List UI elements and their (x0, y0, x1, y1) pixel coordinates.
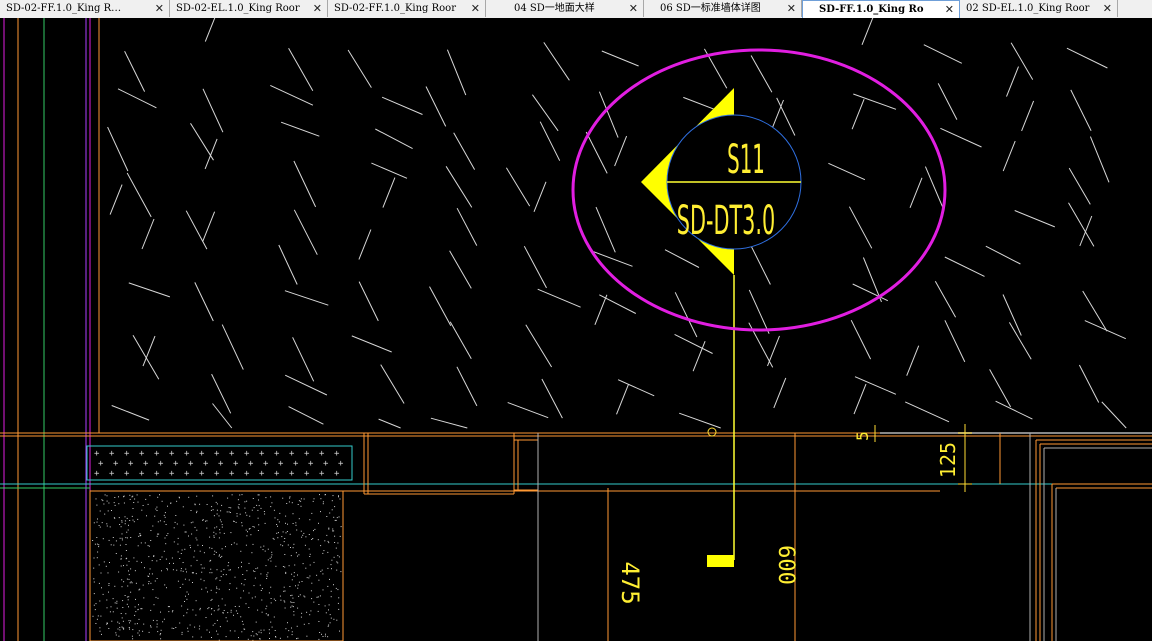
dimension-475: 475 (616, 561, 644, 604)
svg-text:+: + (139, 449, 145, 459)
svg-text:+: + (184, 449, 190, 459)
tab-label: 06 SD一标准墙体详图 (660, 3, 761, 14)
close-icon[interactable]: ✕ (155, 0, 164, 17)
svg-text:+: + (124, 469, 130, 479)
svg-text:+: + (229, 449, 235, 459)
dimension-600: 600 (773, 545, 798, 585)
svg-text:+: + (184, 469, 190, 479)
tab-ground-detail[interactable]: 04 SD一地面大样 ✕ (486, 0, 644, 17)
dimension-125-label: 125 (936, 442, 960, 478)
svg-text:+: + (338, 459, 344, 469)
svg-text:+: + (128, 459, 134, 469)
svg-text:+: + (143, 459, 149, 469)
svg-text:+: + (244, 469, 250, 479)
svg-text:+: + (199, 449, 205, 459)
svg-text:+: + (214, 449, 220, 459)
svg-text:+: + (109, 469, 115, 479)
svg-text:+: + (319, 449, 325, 459)
svg-text:+: + (154, 469, 160, 479)
svg-text:+: + (229, 469, 235, 479)
svg-text:+: + (113, 459, 119, 469)
dimension-600-label: 600 (773, 545, 798, 585)
svg-text:+: + (244, 449, 250, 459)
svg-text:+: + (233, 459, 239, 469)
svg-text:+: + (139, 469, 145, 479)
tab-wall-detail[interactable]: 06 SD一标准墙体详图 ✕ (644, 0, 802, 17)
svg-text:+: + (188, 459, 194, 469)
tab-label: SD-FF.1.0_King Ro (819, 4, 924, 15)
tab-sd-02-ff-2[interactable]: SD-02-FF.1.0_King Roor ✕ (328, 0, 486, 17)
svg-text:+: + (214, 469, 220, 479)
tab-label: 02 SD-EL.1.0_King Roor (966, 3, 1090, 14)
close-icon[interactable]: ✕ (313, 0, 322, 17)
tab-label: SD-02-EL.1.0_King Roor (176, 3, 300, 14)
svg-text:+: + (274, 449, 280, 459)
svg-text:+: + (304, 469, 310, 479)
close-icon[interactable]: ✕ (1103, 0, 1112, 17)
svg-text:+: + (263, 459, 269, 469)
svg-text:+: + (94, 449, 100, 459)
tab-sd-02-el-1[interactable]: SD-02-EL.1.0_King Roor ✕ (170, 0, 328, 17)
close-icon[interactable]: ✕ (945, 1, 954, 18)
dimension-475-label: 475 (616, 561, 644, 604)
close-icon[interactable]: ✕ (471, 0, 480, 17)
tab-sd-ff-active[interactable]: SD-FF.1.0_King Ro ✕ (802, 0, 960, 18)
callout-number: S11 (727, 136, 765, 183)
svg-text:+: + (334, 449, 340, 459)
tab-sd-02-ff-1[interactable]: SD-02-FF.1.0_King R… ✕ (0, 0, 170, 17)
svg-text:+: + (308, 459, 314, 469)
svg-text:+: + (98, 459, 104, 469)
svg-text:+: + (158, 459, 164, 469)
svg-text:+: + (218, 459, 224, 469)
svg-text:+: + (304, 449, 310, 459)
svg-text:+: + (259, 449, 265, 459)
svg-text:+: + (199, 469, 205, 479)
svg-text:+: + (289, 449, 295, 459)
svg-text:+: + (169, 469, 175, 479)
svg-text:+: + (154, 449, 160, 459)
svg-text:+: + (259, 469, 265, 479)
svg-text:+: + (173, 459, 179, 469)
callout-sheet: SD-DT3.0 (677, 196, 775, 244)
svg-text:+: + (203, 459, 209, 469)
close-icon[interactable]: ✕ (629, 0, 638, 17)
svg-text:+: + (169, 449, 175, 459)
svg-text:+: + (323, 459, 329, 469)
tab-label: SD-02-FF.1.0_King R… (6, 3, 122, 14)
svg-text:+: + (124, 449, 130, 459)
svg-text:+: + (289, 469, 295, 479)
tab-label: 04 SD一地面大样 (514, 3, 595, 14)
svg-text:+: + (274, 469, 280, 479)
svg-text:+: + (278, 459, 284, 469)
tab-label: SD-02-FF.1.0_King Roor (334, 3, 456, 14)
drawing-tab-bar: SD-02-FF.1.0_King R… ✕ SD-02-EL.1.0_King… (0, 0, 1152, 19)
svg-text:+: + (248, 459, 254, 469)
close-icon[interactable]: ✕ (787, 0, 796, 17)
svg-text:+: + (334, 469, 340, 479)
svg-text:+: + (293, 459, 299, 469)
tab-sd-el[interactable]: 02 SD-EL.1.0_King Roor ✕ (960, 0, 1118, 17)
svg-text:+: + (94, 469, 100, 479)
svg-text:+: + (319, 469, 325, 479)
svg-text:+: + (109, 449, 115, 459)
cad-model-space[interactable]: + + + + + + + + + + + + + + + + + + + + + + + + + + + + + + + + + + + + + + + +… (0, 18, 1152, 641)
dimension-5-label: 5 (853, 431, 872, 441)
